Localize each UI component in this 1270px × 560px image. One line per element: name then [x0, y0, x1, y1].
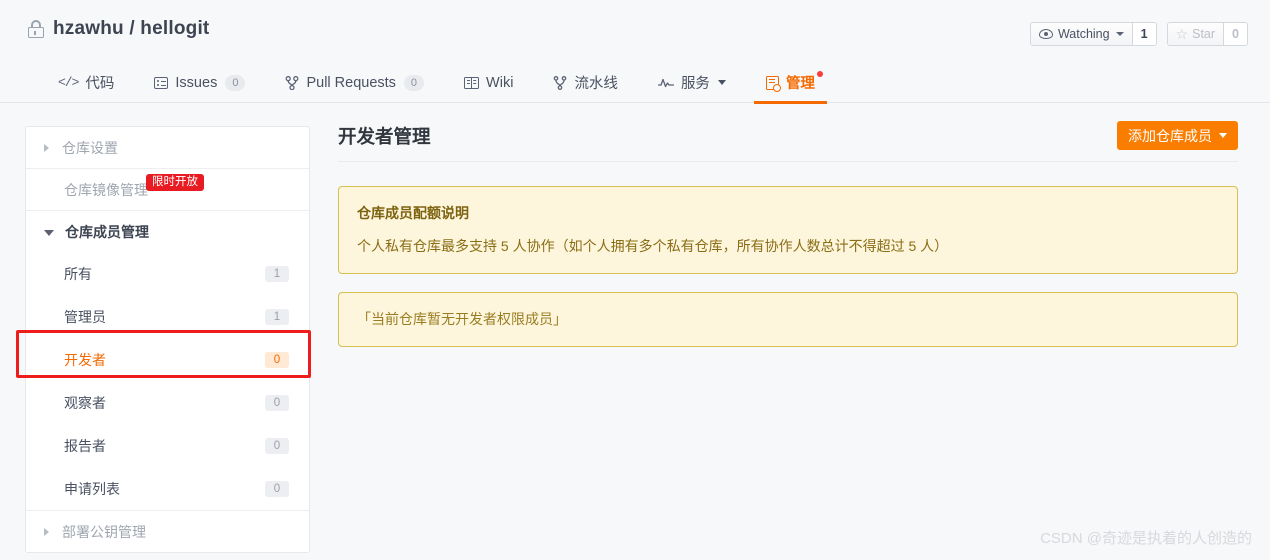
page-title-row: 开发者管理 添加仓库成员 [338, 118, 1238, 162]
sidebar-item-deploy-keys-label: 部署公钥管理 [62, 523, 146, 540]
sidebar-item-applications-count: 0 [265, 480, 289, 497]
sidebar-item-applications-label: 申请列表 [64, 480, 120, 497]
sidebar-item-member-management[interactable]: 仓库成员管理 [26, 211, 309, 252]
tab-pull-requests-label: Pull Requests [306, 74, 396, 91]
sidebar-item-all-count: 1 [265, 265, 289, 282]
sidebar-item-member-management-label: 仓库成员管理 [65, 223, 149, 240]
repo-header: hzawhu / hellogit Watching 1 ☆ Star 0 [0, 0, 1270, 62]
sidebar-item-observers[interactable]: 观察者 0 [26, 381, 309, 424]
admin-gear-icon [765, 75, 781, 92]
tab-code[interactable]: </> 代码 [38, 62, 134, 103]
issue-list-icon [154, 76, 169, 89]
triangle-right-icon [44, 527, 49, 536]
chevron-down-icon [1115, 32, 1124, 36]
sidebar-item-developers[interactable]: 开发者 0 [26, 338, 309, 381]
watermark: CSDN @奇迹是执着的人创造的 [1040, 530, 1252, 547]
git-pull-request-icon [285, 75, 299, 90]
tab-issues[interactable]: Issues 0 [134, 62, 265, 103]
star-button-group[interactable]: ☆ Star 0 [1166, 22, 1248, 46]
triangle-right-icon [44, 143, 49, 152]
sidebar-item-reporters[interactable]: 报告者 0 [26, 424, 309, 467]
header-actions: Watching 1 ☆ Star 0 [1029, 22, 1248, 46]
book-icon [464, 76, 480, 89]
sidebar-item-mirror-management-label: 仓库镜像管理 [64, 181, 148, 198]
tab-wiki-label: Wiki [486, 74, 514, 91]
sidebar-item-developers-count: 0 [265, 351, 289, 368]
sidebar-item-reporters-label: 报告者 [64, 437, 106, 454]
tab-pipeline[interactable]: 流水线 [533, 62, 638, 103]
sidebar-item-observers-label: 观察者 [64, 394, 106, 411]
tab-pipeline-label: 流水线 [574, 76, 618, 92]
watch-count[interactable]: 1 [1131, 23, 1156, 45]
sidebar-item-applications[interactable]: 申请列表 0 [26, 467, 309, 510]
tab-code-label: 代码 [85, 76, 115, 92]
star-button[interactable]: ☆ Star [1167, 23, 1224, 45]
tab-issues-count: 0 [225, 74, 246, 91]
sidebar-item-reporters-count: 0 [265, 437, 289, 454]
star-label: Star [1192, 27, 1216, 41]
sidebar-item-mirror-management[interactable]: 仓库镜像管理 限时开放 [26, 169, 309, 210]
main-content: 开发者管理 添加仓库成员 仓库成员配额说明 个人私有仓库最多支持 5 人协作（如… [338, 118, 1238, 348]
sidebar-group-mirror: 仓库镜像管理 限时开放 [26, 169, 309, 211]
sidebar-item-repo-settings[interactable]: 仓库设置 [26, 127, 309, 168]
watch-button[interactable]: Watching [1030, 23, 1132, 45]
repo-full-name[interactable]: hzawhu / hellogit [53, 18, 209, 40]
page-title: 开发者管理 [338, 126, 431, 147]
sidebar-item-repo-settings-label: 仓库设置 [62, 139, 118, 156]
tab-admin-label: 管理 [785, 76, 815, 92]
sidebar-item-administrators[interactable]: 管理员 1 [26, 295, 309, 338]
code-icon: </> [58, 75, 79, 90]
tab-issues-label: Issues [175, 74, 218, 91]
pipeline-icon [553, 75, 567, 90]
chevron-down-icon [717, 80, 726, 85]
sidebar-item-developers-label: 开发者 [64, 351, 106, 368]
member-quota-alert: 仓库成员配额说明 个人私有仓库最多支持 5 人协作（如个人拥有多个私有仓库，所有… [338, 186, 1238, 274]
tab-admin[interactable]: 管理 [746, 62, 835, 104]
repo-breadcrumb: hzawhu / hellogit [27, 18, 209, 40]
empty-developers-alert-body: 「当前仓库暂无开发者权限成员」 [357, 310, 567, 327]
member-quota-alert-title: 仓库成员配额说明 [357, 205, 469, 221]
sidebar-item-administrators-label: 管理员 [64, 308, 106, 325]
triangle-down-icon [44, 229, 54, 236]
star-icon: ☆ [1175, 26, 1189, 42]
tab-pull-requests[interactable]: Pull Requests 0 [265, 62, 444, 103]
sidebar-item-observers-count: 0 [265, 394, 289, 411]
tab-services[interactable]: 服务 [638, 62, 746, 103]
sidebar-item-administrators-count: 1 [265, 308, 289, 325]
lock-icon [27, 20, 44, 38]
sidebar-group-repo-settings: 仓库设置 [26, 127, 309, 169]
star-count[interactable]: 0 [1223, 23, 1247, 45]
eye-icon [1038, 29, 1053, 39]
sidebar-item-all-label: 所有 [64, 265, 92, 282]
repo-nav-bar: </> 代码 Issues 0 Pull Requests 0 Wiki 流水线… [0, 62, 1270, 104]
notification-dot-icon [816, 71, 823, 77]
chevron-down-icon [1219, 133, 1227, 138]
sidebar-item-deploy-keys[interactable]: 部署公钥管理 [26, 511, 309, 552]
sidebar-group-deploy-keys: 部署公钥管理 [26, 511, 309, 552]
repo-nav-tabs: </> 代码 Issues 0 Pull Requests 0 Wiki 流水线… [38, 62, 835, 104]
tab-pull-requests-count: 0 [403, 74, 425, 91]
member-quota-alert-body: 个人私有仓库最多支持 5 人协作（如个人拥有多个私有仓库，所有协作人数总计不得超… [357, 238, 949, 254]
add-repo-member-button[interactable]: 添加仓库成员 [1117, 121, 1238, 150]
add-repo-member-label: 添加仓库成员 [1128, 127, 1212, 144]
watch-button-group[interactable]: Watching 1 [1029, 22, 1157, 46]
activity-icon [657, 77, 674, 89]
tab-wiki[interactable]: Wiki [444, 62, 533, 103]
settings-sidebar: 仓库设置 仓库镜像管理 限时开放 仓库成员管理 所有 1 管理员 1 开发者 0… [25, 126, 310, 553]
tab-services-label: 服务 [680, 76, 710, 92]
limited-time-badge: 限时开放 [146, 174, 204, 191]
empty-developers-alert: 「当前仓库暂无开发者权限成员」 [338, 291, 1238, 348]
sidebar-group-members: 仓库成员管理 所有 1 管理员 1 开发者 0 观察者 0 报告者 0 申请列表… [26, 211, 309, 511]
sidebar-item-all[interactable]: 所有 1 [26, 252, 309, 295]
watch-label: Watching [1057, 27, 1110, 41]
